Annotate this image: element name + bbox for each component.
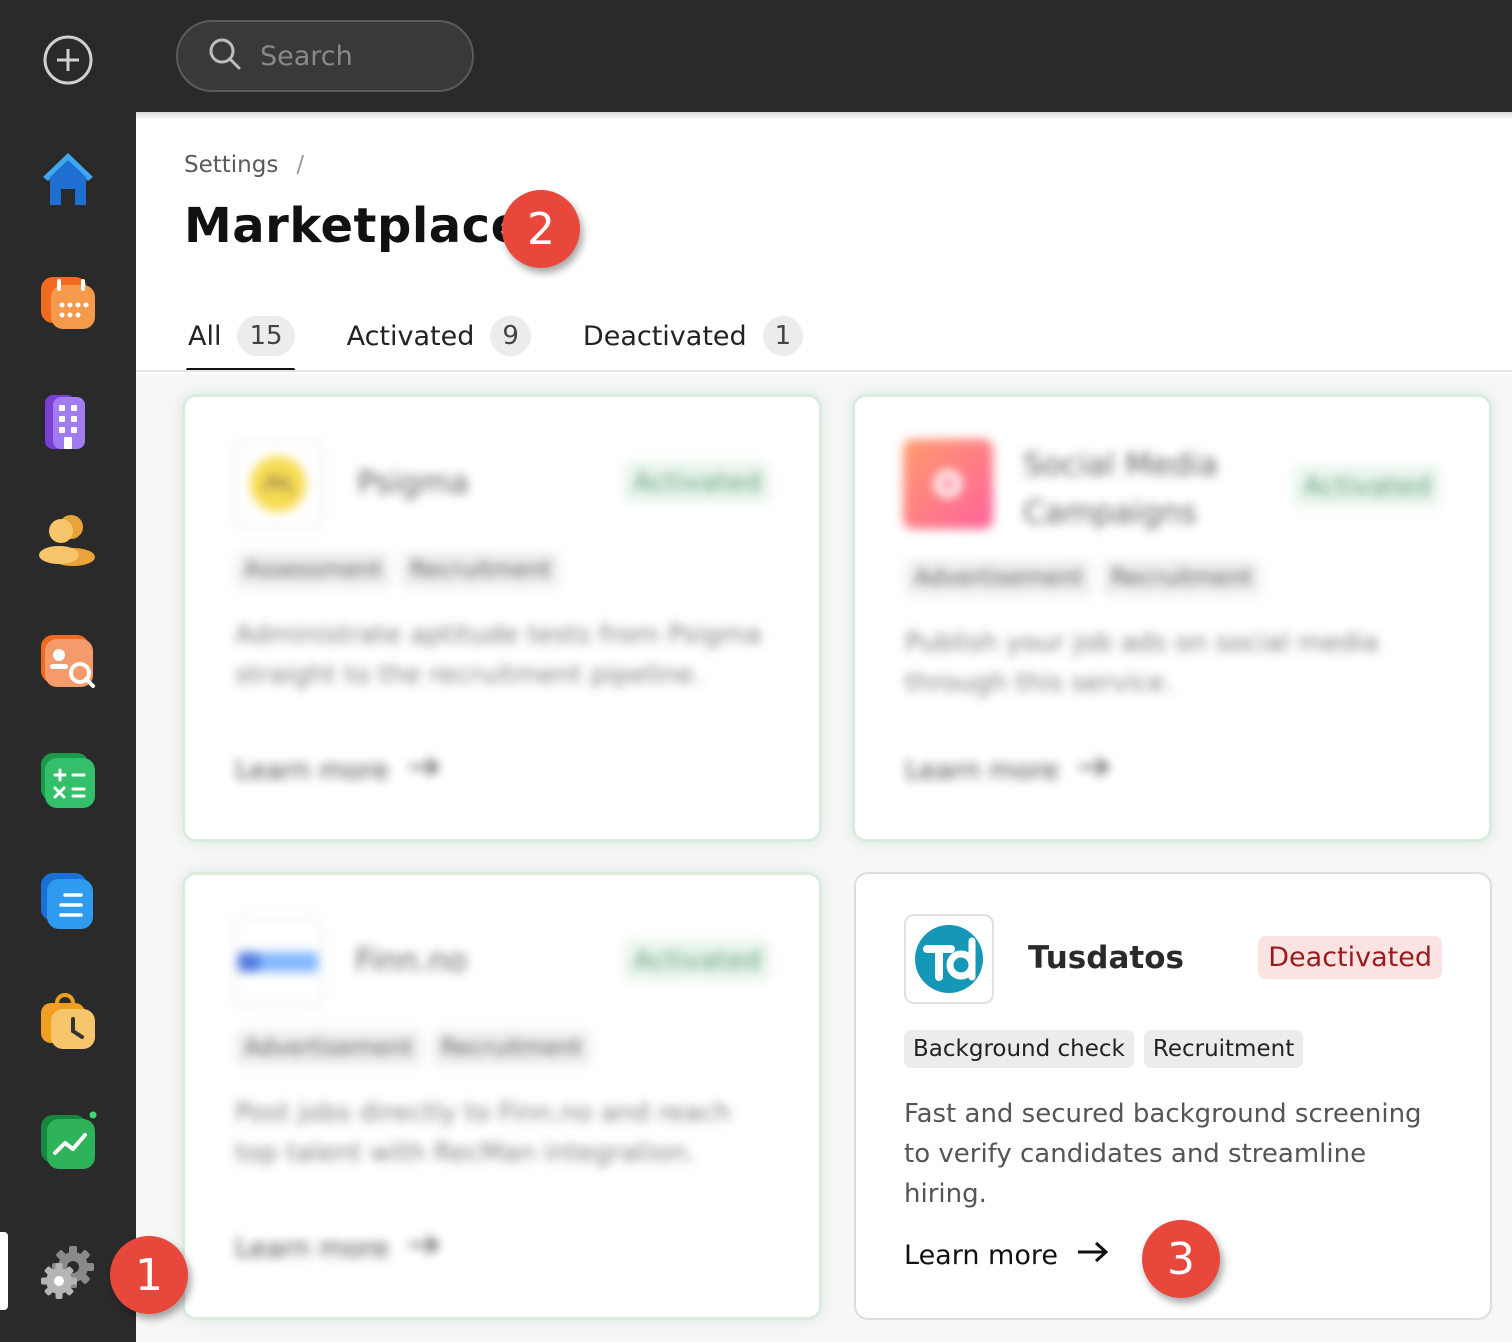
card-description: Publish your job ads on social media thr…	[905, 628, 1379, 698]
annotation-marker-2: 2	[502, 190, 580, 268]
card-description: Post jobs directly to Finn.no and reach …	[235, 1098, 731, 1168]
app-sidebar	[0, 0, 136, 1342]
tag: Advertisement	[905, 559, 1092, 597]
tab-bar: All 15 Activated 9 Deactivated 1	[186, 308, 855, 372]
status-badge: Activated	[623, 461, 771, 504]
integration-card-social-media[interactable]: Social Media Campaigns Activated Adverti…	[852, 394, 1492, 842]
learn-more-link[interactable]: Learn more	[904, 1240, 1110, 1271]
calculator-icon[interactable]	[36, 748, 100, 812]
cards-area: Psigma Activated Assessment Recruitment …	[136, 374, 1512, 1342]
integration-card-psigma[interactable]: Psigma Activated Assessment Recruitment …	[182, 394, 822, 842]
active-item-indicator	[0, 1232, 8, 1310]
tag: Recruitment	[400, 551, 561, 589]
card-title: Psigma	[357, 465, 469, 501]
integration-card-finn[interactable]: Finn.no Activated Advertisement Recruitm…	[182, 872, 822, 1320]
tag: Recruitment	[431, 1029, 592, 1067]
card-title: Tusdatos	[1028, 940, 1184, 976]
page-title: Marketplace	[184, 198, 524, 254]
search-placeholder: Search	[260, 40, 353, 72]
tab-label: Deactivated	[582, 320, 747, 352]
tab-all[interactable]: All 15	[186, 308, 295, 372]
learn-more-link[interactable]: Learn more	[905, 755, 1111, 786]
calendar-icon[interactable]	[36, 270, 100, 334]
breadcrumb: Settings /	[184, 152, 304, 178]
tag: Assessment	[235, 551, 391, 589]
card-description: Fast and secured background screening to…	[904, 1099, 1422, 1209]
learn-more-label: Learn more	[905, 755, 1059, 786]
status-badge: Activated	[1293, 465, 1441, 508]
status-badge: Deactivated	[1258, 936, 1442, 979]
tab-label: All	[188, 320, 222, 352]
tag-list: Advertisement Recruitment	[905, 559, 1262, 597]
people-icon[interactable]	[36, 508, 100, 572]
add-icon[interactable]	[36, 28, 100, 92]
tab-activated[interactable]: Activated 9	[347, 308, 531, 364]
card-title: Social Media Campaigns	[1023, 447, 1218, 531]
tusdatos-logo	[904, 914, 994, 1004]
arrow-right-icon	[407, 755, 441, 786]
tab-count-badge: 9	[490, 316, 531, 356]
learn-more-link[interactable]: Learn more	[235, 755, 441, 786]
main-content: Settings / Marketplace All 15 Activated …	[136, 112, 1512, 1342]
learn-more-label: Learn more	[904, 1240, 1058, 1271]
tag-list: Assessment Recruitment	[235, 551, 561, 589]
candidate-search-icon[interactable]	[36, 628, 100, 692]
top-bar: Search	[136, 0, 1512, 112]
social-media-logo	[903, 439, 993, 529]
tag: Recruitment	[1101, 559, 1262, 597]
tag: Advertisement	[235, 1029, 422, 1067]
tab-count-badge: 15	[237, 316, 295, 356]
annotation-marker-3: 3	[1142, 1220, 1220, 1298]
breadcrumb-separator: /	[296, 152, 305, 178]
analytics-icon[interactable]	[36, 1108, 100, 1172]
tag: Background check	[904, 1030, 1134, 1068]
tab-count-badge: 1	[762, 316, 804, 356]
header-shadow	[136, 112, 1512, 120]
breadcrumb-settings-link[interactable]: Settings	[184, 152, 278, 178]
learn-more-link[interactable]: Learn more	[235, 1233, 441, 1264]
status-badge: Activated	[623, 939, 771, 982]
finn-logo	[233, 917, 323, 1007]
card-description: Administrate aptitude tests from Psigma …	[235, 620, 762, 690]
tag-list: Background check Recruitment	[904, 1030, 1304, 1068]
time-tracking-icon[interactable]	[36, 988, 100, 1052]
tab-deactivated[interactable]: Deactivated 1	[582, 308, 804, 364]
building-icon[interactable]	[36, 388, 100, 452]
tag: Recruitment	[1143, 1030, 1304, 1068]
learn-more-label: Learn more	[235, 1233, 389, 1264]
search-icon	[208, 37, 242, 75]
document-icon[interactable]	[36, 868, 100, 932]
learn-more-label: Learn more	[235, 755, 389, 786]
card-title: Finn.no	[355, 943, 467, 979]
annotation-marker-1: 1	[110, 1236, 188, 1314]
settings-gear-icon[interactable]	[36, 1240, 100, 1304]
arrow-right-icon	[1077, 755, 1111, 786]
search-input[interactable]: Search	[176, 20, 474, 92]
home-icon[interactable]	[36, 146, 100, 210]
tag-list: Advertisement Recruitment	[235, 1029, 592, 1067]
arrow-right-icon	[1076, 1240, 1110, 1271]
psigma-logo	[233, 439, 323, 529]
arrow-right-icon	[407, 1233, 441, 1264]
tabs-divider	[136, 370, 1512, 372]
tab-label: Activated	[346, 320, 475, 352]
